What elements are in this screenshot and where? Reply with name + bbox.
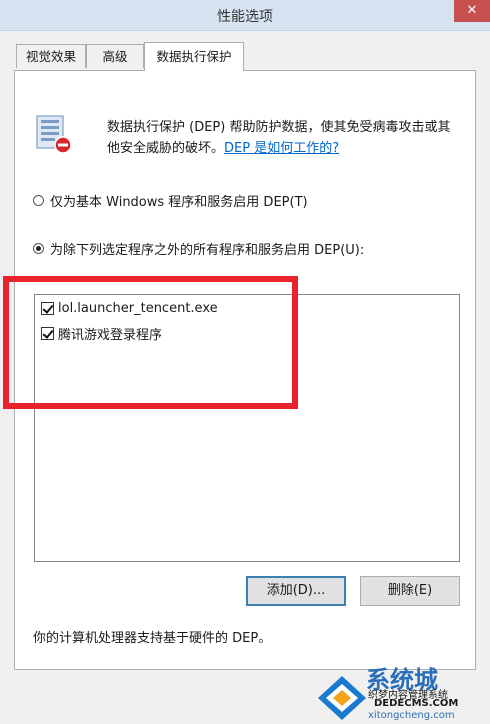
watermark-domain: DEDECMS.COM	[374, 698, 459, 709]
watermark-url: xitongcheng.com	[368, 710, 455, 721]
brand-logo-icon	[318, 676, 366, 720]
radio-all-label: 为除下列选定程序之外的所有程序和服务启用 DEP(U):	[50, 243, 365, 258]
remove-button[interactable]: 删除(E)	[360, 576, 460, 606]
add-button[interactable]: 添加(D)...	[246, 576, 346, 606]
how-dep-works-link[interactable]: DEP 是如何工作的?	[224, 141, 339, 156]
dep-panel: 数据执行保护 (DEP) 帮助防护数据，使其免受病毒攻击或其他安全威胁的破坏。D…	[14, 70, 476, 670]
watermark: 系统城 织梦内容管理系统 DEDECMS.COM xitongcheng.com	[316, 660, 486, 722]
close-button[interactable]: ✕	[454, 0, 490, 22]
footer-status-text: 你的计算机处理器支持基于硬件的 DEP。	[33, 631, 272, 646]
dep-description: 数据执行保护 (DEP) 帮助防护数据，使其免受病毒攻击或其他安全威胁的破坏。D…	[107, 117, 462, 159]
program-checkbox[interactable]	[41, 302, 54, 315]
dep-shield-icon	[36, 115, 72, 154]
radio-option-basic[interactable]: 仅为基本 Windows 程序和服务启用 DEP(T)	[33, 191, 308, 210]
list-item[interactable]: lol.launcher_tencent.exe	[41, 301, 218, 316]
program-label: lol.launcher_tencent.exe	[58, 301, 218, 316]
window-title: 性能选项	[217, 9, 273, 25]
program-list[interactable]: lol.launcher_tencent.exe 腾讯游戏登录程序	[34, 294, 460, 562]
radio-basic[interactable]	[33, 195, 44, 206]
tab-dep[interactable]: 数据执行保护	[144, 42, 244, 71]
tab-visual-effects[interactable]: 视觉效果	[16, 44, 86, 68]
program-checkbox[interactable]	[41, 327, 54, 340]
radio-option-all[interactable]: 为除下列选定程序之外的所有程序和服务启用 DEP(U):	[33, 239, 364, 258]
title-bar: 性能选项 ✕	[0, 0, 490, 31]
radio-all[interactable]	[33, 243, 44, 254]
list-item[interactable]: 腾讯游戏登录程序	[41, 324, 162, 343]
radio-basic-label: 仅为基本 Windows 程序和服务启用 DEP(T)	[50, 195, 308, 210]
tab-advanced[interactable]: 高级	[86, 44, 144, 68]
program-label: 腾讯游戏登录程序	[58, 328, 163, 343]
